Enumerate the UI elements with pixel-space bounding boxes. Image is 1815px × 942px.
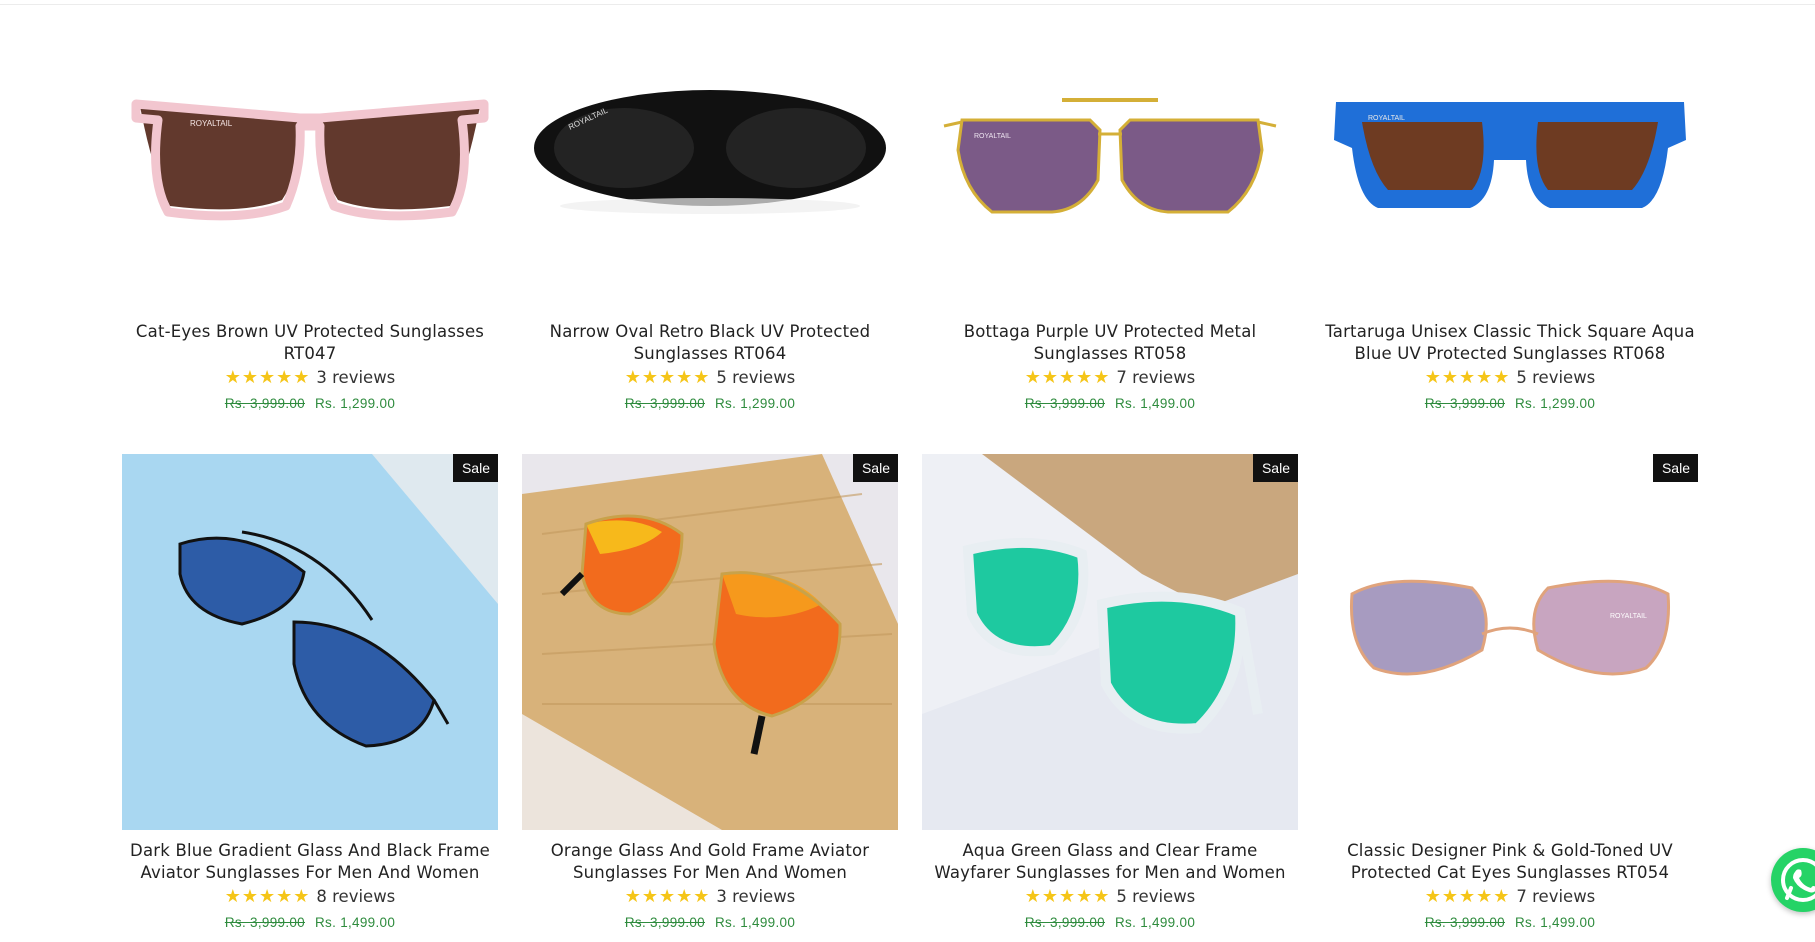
original-price: Rs. 3,999.00 — [224, 915, 305, 930]
star-rating-icon: ★★★★★ — [1424, 886, 1511, 907]
review-count[interactable]: 5 reviews — [716, 368, 795, 387]
brand-logo-text: ROYALTAIL — [1610, 613, 1647, 620]
review-count[interactable]: 5 reviews — [1116, 887, 1195, 906]
original-price: Rs. 3,999.00 — [224, 396, 305, 411]
product-title[interactable]: Tartaruga Unisex Classic Thick Square Aq… — [1322, 321, 1698, 365]
product-title[interactable]: Dark Blue Gradient Glass And Black Frame… — [122, 840, 498, 884]
product-title[interactable]: Aqua Green Glass and Clear Frame Wayfare… — [922, 840, 1298, 884]
product-prices: Rs. 3,999.00 Rs. 1,499.00 — [1322, 914, 1698, 932]
star-rating-icon: ★★★★★ — [624, 367, 711, 388]
star-rating-icon: ★★★★★ — [224, 367, 311, 388]
star-rating-icon: ★★★★★ — [1024, 886, 1111, 907]
original-price: Rs. 3,999.00 — [624, 915, 705, 930]
product-prices: Rs. 3,999.00 Rs. 1,499.00 — [522, 914, 898, 932]
product-image[interactable]: ROYALTAIL — [122, 30, 498, 300]
original-price: Rs. 3,999.00 — [1024, 915, 1105, 930]
review-count[interactable]: 3 reviews — [716, 887, 795, 906]
product-prices: Rs. 3,999.00 Rs. 1,499.00 — [922, 914, 1298, 932]
sale-price: Rs. 1,499.00 — [315, 915, 396, 930]
product-image[interactable]: ROYALTAIL Sale — [1322, 454, 1698, 830]
product-rating: ★★★★★ 3 reviews — [522, 886, 898, 908]
whatsapp-glyph-icon — [1781, 858, 1815, 902]
product-prices: Rs. 3,999.00 Rs. 1,299.00 — [1322, 395, 1698, 413]
product-rating: ★★★★★ 8 reviews — [122, 886, 498, 908]
top-divider — [0, 4, 1815, 5]
star-rating-icon: ★★★★★ — [224, 886, 311, 907]
original-price: Rs. 3,999.00 — [1424, 396, 1505, 411]
product-image[interactable]: Sale — [122, 454, 498, 830]
orange-aviator-sunglasses-image — [522, 454, 898, 830]
product-prices: Rs. 3,999.00 Rs. 1,499.00 — [922, 395, 1298, 413]
product-rating: ★★★★★ 7 reviews — [922, 367, 1298, 389]
product-rating: ★★★★★ 5 reviews — [522, 367, 898, 389]
review-count[interactable]: 7 reviews — [1116, 368, 1195, 387]
product-image[interactable]: ROYALTAIL — [922, 30, 1298, 300]
sale-price: Rs. 1,499.00 — [1115, 915, 1196, 930]
sale-badge: Sale — [852, 454, 898, 482]
product-image[interactable]: ROYALTAIL — [1322, 30, 1698, 300]
product-title[interactable]: Bottaga Purple UV Protected Metal Sungla… — [922, 321, 1298, 365]
star-rating-icon: ★★★★★ — [1024, 367, 1111, 388]
product-rating: ★★★★★ 5 reviews — [922, 886, 1298, 908]
review-count[interactable]: 7 reviews — [1516, 887, 1595, 906]
thick-square-sunglasses-image: ROYALTAIL — [1334, 102, 1686, 208]
cat-eye-sunglasses-image: ROYALTAIL — [131, 99, 489, 221]
oval-retro-sunglasses-image: ROYALTAIL — [534, 90, 886, 214]
review-count[interactable]: 5 reviews — [1516, 368, 1595, 387]
star-rating-icon: ★★★★★ — [1424, 367, 1511, 388]
sale-price: Rs. 1,499.00 — [1515, 915, 1596, 930]
blue-aviator-sunglasses-image — [122, 454, 498, 830]
review-count[interactable]: 8 reviews — [316, 887, 395, 906]
sale-price: Rs. 1,499.00 — [715, 915, 796, 930]
product-prices: Rs. 3,999.00 Rs. 1,499.00 — [122, 914, 498, 932]
product-rating: ★★★★★ 5 reviews — [1322, 367, 1698, 389]
whatsapp-icon[interactable] — [1771, 848, 1815, 912]
brand-logo-text: ROYALTAIL — [974, 133, 1011, 140]
original-price: Rs. 3,999.00 — [1024, 396, 1105, 411]
product-title[interactable]: Cat-Eyes Brown UV Protected Sunglasses R… — [122, 321, 498, 365]
product-title[interactable]: Orange Glass And Gold Frame Aviator Sung… — [522, 840, 898, 884]
sale-badge: Sale — [1252, 454, 1298, 482]
product-image[interactable]: ROYALTAIL — [522, 30, 898, 300]
product-prices: Rs. 3,999.00 Rs. 1,299.00 — [122, 395, 498, 413]
brand-logo-text: ROYALTAIL — [190, 119, 233, 128]
green-wayfarer-sunglasses-image — [922, 454, 1298, 830]
product-image[interactable]: Sale — [922, 454, 1298, 830]
product-title[interactable]: Classic Designer Pink & Gold-Toned UV Pr… — [1322, 840, 1698, 884]
product-rating: ★★★★★ 3 reviews — [122, 367, 498, 389]
product-prices: Rs. 3,999.00 Rs. 1,299.00 — [522, 395, 898, 413]
review-count[interactable]: 3 reviews — [316, 368, 395, 387]
sale-badge: Sale — [452, 454, 498, 482]
brand-logo-text: ROYALTAIL — [1368, 115, 1405, 122]
star-rating-icon: ★★★★★ — [624, 886, 711, 907]
product-rating: ★★★★★ 7 reviews — [1322, 886, 1698, 908]
sale-price: Rs. 1,299.00 — [1515, 396, 1596, 411]
original-price: Rs. 3,999.00 — [1424, 915, 1505, 930]
sale-price: Rs. 1,499.00 — [1115, 396, 1196, 411]
sale-price: Rs. 1,299.00 — [315, 396, 396, 411]
sale-badge: Sale — [1652, 454, 1698, 482]
product-title[interactable]: Narrow Oval Retro Black UV Protected Sun… — [522, 321, 898, 365]
sale-price: Rs. 1,299.00 — [715, 396, 796, 411]
original-price: Rs. 3,999.00 — [624, 396, 705, 411]
product-image[interactable]: Sale — [522, 454, 898, 830]
pink-cat-eye-sunglasses-image: ROYALTAIL — [1322, 454, 1698, 830]
metal-aviator-sunglasses-image: ROYALTAIL — [943, 98, 1277, 214]
